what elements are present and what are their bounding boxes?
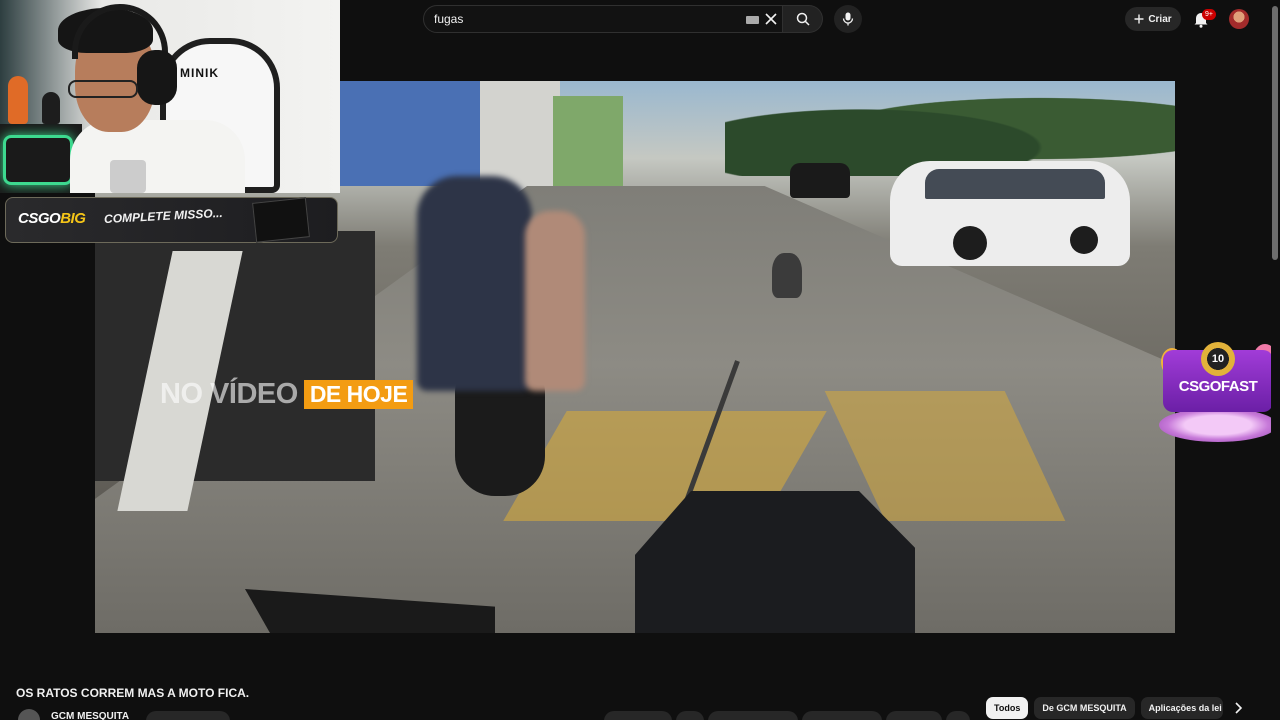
notification-badge: 9+ bbox=[1202, 9, 1216, 20]
scene-rider bbox=[417, 176, 532, 391]
plus-icon bbox=[1134, 14, 1144, 24]
youtube-watch-page: Criar 9+ NO VÍDEO DE HOJE bbox=[0, 0, 1280, 720]
sponsor-message: COMPLETE MISSO... bbox=[103, 205, 223, 227]
caption-highlight: DE HOJE bbox=[303, 380, 414, 409]
headphone-icon bbox=[137, 50, 177, 105]
scene-building bbox=[340, 81, 495, 186]
chair-brand: MINIK bbox=[180, 66, 219, 80]
search-input[interactable] bbox=[434, 6, 734, 32]
badge-brand: CSGOFAST bbox=[1178, 378, 1258, 395]
channel-name[interactable]: GCM MESQUITA bbox=[51, 711, 129, 720]
webcam-overlay: MINIK bbox=[0, 0, 340, 193]
scene-dashboard bbox=[635, 491, 915, 633]
dislike-button[interactable] bbox=[676, 711, 704, 720]
account-avatar[interactable] bbox=[1229, 9, 1249, 29]
related-chips-bar: Todos De GCM MESQUITA Aplicações da lei bbox=[986, 697, 1223, 719]
more-actions-button[interactable] bbox=[946, 711, 970, 720]
cam-can bbox=[110, 160, 146, 193]
chip-all[interactable]: Todos bbox=[986, 697, 1029, 719]
chip-law-enforcement[interactable]: Aplicações da lei bbox=[1140, 697, 1223, 719]
channel-avatar[interactable] bbox=[18, 709, 40, 720]
sponsor-banner: CSGOBIG COMPLETE MISSO... bbox=[5, 197, 338, 243]
clip-button[interactable] bbox=[886, 711, 942, 720]
caption-text: NO VÍDEO bbox=[160, 378, 298, 410]
download-button[interactable] bbox=[802, 711, 882, 720]
create-button[interactable]: Criar bbox=[1125, 7, 1181, 31]
search-icon bbox=[796, 12, 810, 26]
cam-figurine bbox=[8, 76, 28, 124]
scene-dog bbox=[772, 253, 802, 298]
chevron-right-icon[interactable] bbox=[1230, 700, 1246, 716]
like-button[interactable] bbox=[604, 711, 672, 720]
video-title: OS RATOS CORREM MAS A MOTO FICA. bbox=[16, 686, 250, 700]
subscribe-button[interactable] bbox=[146, 711, 230, 720]
microphone-icon bbox=[842, 12, 854, 26]
close-icon[interactable] bbox=[764, 12, 778, 26]
video-caption: NO VÍDEO DE HOJE bbox=[160, 378, 414, 411]
csgofast-badge: 10 CSGOFAST bbox=[1157, 342, 1279, 444]
scene-passenger bbox=[525, 211, 585, 391]
search-box[interactable] bbox=[423, 5, 783, 33]
cam-person-body bbox=[70, 120, 245, 193]
cam-glasses bbox=[68, 80, 138, 98]
car-window bbox=[925, 169, 1105, 199]
cam-figurine bbox=[42, 92, 60, 124]
search-button[interactable] bbox=[783, 5, 823, 33]
car-wheel bbox=[953, 226, 987, 260]
car-wheel bbox=[1070, 226, 1098, 254]
badge-stand bbox=[1159, 408, 1277, 442]
sponsor-logo: CSGOBIG bbox=[18, 210, 86, 227]
scrollbar-thumb[interactable] bbox=[1272, 6, 1278, 260]
sponsor-logo-main: CSGO bbox=[18, 210, 61, 227]
voice-search-button[interactable] bbox=[834, 5, 862, 33]
share-button[interactable] bbox=[708, 711, 798, 720]
scene-car bbox=[790, 163, 850, 198]
sponsor-card bbox=[252, 197, 310, 243]
chip-from-channel[interactable]: De GCM MESQUITA bbox=[1034, 697, 1135, 719]
cam-pc-case bbox=[3, 135, 73, 185]
coin-icon: 10 bbox=[1201, 342, 1235, 376]
create-label: Criar bbox=[1148, 13, 1172, 25]
sponsor-logo-accent: BIG bbox=[60, 210, 86, 227]
keyboard-icon[interactable] bbox=[746, 16, 759, 24]
